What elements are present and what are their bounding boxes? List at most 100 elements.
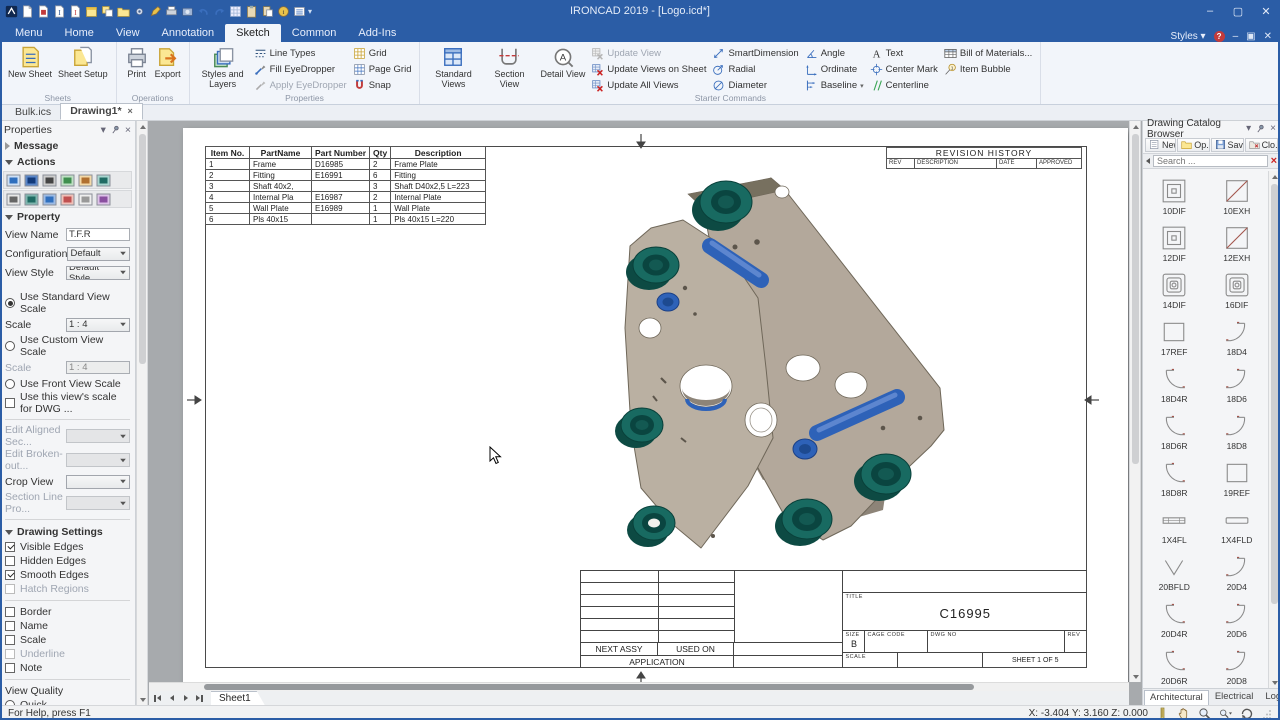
new-text-part-icon[interactable]: I bbox=[53, 5, 66, 18]
checkbox-visible-edges[interactable]: Visible Edges bbox=[3, 540, 132, 554]
section-view-button[interactable]: Section View bbox=[481, 44, 537, 90]
radio-use-front-view-scale[interactable]: Use Front View Scale bbox=[3, 377, 132, 391]
catalog-tab-logic[interactable]: Logic bbox=[1259, 689, 1280, 705]
clipboard-icon[interactable] bbox=[245, 5, 258, 18]
catalog-item-16dif[interactable]: 16DIF bbox=[1206, 265, 1269, 312]
radial-button[interactable]: Radial bbox=[712, 62, 798, 77]
styles-dropdown[interactable]: Styles ▾ bbox=[1171, 31, 1206, 42]
catalog-back-icon[interactable] bbox=[1146, 158, 1150, 164]
fill-eyedropper-button[interactable]: Fill EyeDropper bbox=[254, 62, 347, 77]
pencil-edit-icon[interactable] bbox=[149, 5, 162, 18]
ribbon-tab-home[interactable]: Home bbox=[54, 24, 105, 42]
open-part-icon[interactable] bbox=[37, 5, 50, 18]
ribbon-tab-view[interactable]: View bbox=[105, 24, 151, 42]
drawing-sheet[interactable]: Item No.PartNamePart NumberQtyDescriptio… bbox=[183, 128, 1128, 682]
next-sheet-button[interactable] bbox=[179, 692, 192, 704]
radio-use-standard-view-scale[interactable]: Use Standard View Scale bbox=[3, 291, 132, 315]
drawing-canvas[interactable]: Item No.PartNamePart NumberQtyDescriptio… bbox=[149, 121, 1129, 682]
scale-dropdown[interactable]: 1 : 4 bbox=[66, 318, 130, 332]
canvas-vertical-scrollbar[interactable] bbox=[1129, 121, 1141, 682]
page-grid-button[interactable]: Page Grid bbox=[353, 62, 412, 77]
catalog-op-button[interactable]: Op... bbox=[1177, 138, 1209, 152]
catalog-item-1x4fld[interactable]: 1X4FLD bbox=[1206, 500, 1269, 547]
pin-icon[interactable] bbox=[111, 125, 120, 134]
catalog-clo-button[interactable]: Clo... bbox=[1245, 138, 1278, 152]
paste-catalog-icon[interactable] bbox=[261, 5, 274, 18]
catalog-scrollbar[interactable] bbox=[1268, 171, 1280, 688]
settings-icon[interactable] bbox=[133, 5, 146, 18]
section-property[interactable]: Property bbox=[3, 209, 132, 225]
new-sheet-button[interactable]: New Sheet bbox=[5, 44, 55, 80]
catalog-save-button[interactable]: Save bbox=[1211, 138, 1244, 152]
view-action-3-icon[interactable] bbox=[42, 174, 57, 187]
catalog-item-20d8[interactable]: 20D8 bbox=[1206, 641, 1269, 688]
view-action-10-icon[interactable] bbox=[60, 193, 75, 206]
print-icon[interactable] bbox=[165, 5, 178, 18]
new-drawing-icon[interactable]: I bbox=[69, 5, 82, 18]
catalog-item-10exh[interactable]: 10EXH bbox=[1206, 171, 1269, 218]
catalog-tab-electrical[interactable]: Electrical bbox=[1209, 689, 1260, 705]
update-views-on-sheet-button[interactable]: Update Views on Sheet bbox=[591, 62, 706, 77]
sheet-tab[interactable]: Sheet1 bbox=[211, 691, 265, 705]
catalog-item-12exh[interactable]: 12EXH bbox=[1206, 218, 1269, 265]
baseline-button[interactable]: Baseline▾ bbox=[805, 78, 864, 93]
catalog-item-18d4[interactable]: 18D4 bbox=[1206, 312, 1269, 359]
catalog-item-12dif[interactable]: 12DIF bbox=[1143, 218, 1206, 265]
catalog-item-20d4r[interactable]: 20D4R bbox=[1143, 594, 1206, 641]
view-action-4-icon[interactable] bbox=[60, 174, 75, 187]
checkbox-scale[interactable]: Scale bbox=[3, 633, 132, 647]
view-action-11-icon[interactable] bbox=[78, 193, 93, 206]
view-name-input[interactable]: T.F.R bbox=[66, 228, 130, 241]
redo-icon[interactable] bbox=[213, 5, 226, 18]
first-sheet-button[interactable] bbox=[151, 692, 164, 704]
info-icon[interactable]: i bbox=[277, 5, 290, 18]
canvas-horizontal-scrollbar[interactable] bbox=[149, 682, 1129, 691]
section-drawing-settings[interactable]: Drawing Settings bbox=[3, 524, 132, 540]
checkbox-hidden-edges[interactable]: Hidden Edges bbox=[3, 554, 132, 568]
smartdimension-button[interactable]: SmartDimension bbox=[712, 46, 798, 61]
document-tab-bulk-ics[interactable]: Bulk.ics bbox=[6, 105, 60, 120]
catalog-item-14dif[interactable]: 14DIF bbox=[1143, 265, 1206, 312]
last-sheet-button[interactable] bbox=[193, 692, 206, 704]
new-document-icon[interactable] bbox=[21, 5, 34, 18]
ribbon-tab-add-ins[interactable]: Add-Ins bbox=[347, 24, 407, 42]
standard-views-button[interactable]: Standard Views bbox=[425, 44, 481, 90]
diameter-button[interactable]: Diameter bbox=[712, 78, 798, 93]
previous-sheet-button[interactable] bbox=[165, 692, 178, 704]
catalog-item-20d4[interactable]: 20D4 bbox=[1206, 547, 1269, 594]
catalog-item-20bfld[interactable]: 20BFLD bbox=[1143, 547, 1206, 594]
update-all-views-button[interactable]: Update All Views bbox=[591, 78, 706, 93]
document-tab-drawing1[interactable]: Drawing1*× bbox=[60, 103, 143, 120]
view-style-dropdown[interactable]: Default Style bbox=[66, 266, 130, 280]
properties-scrollbar[interactable] bbox=[136, 121, 148, 705]
catalog-item-18d6r[interactable]: 18D6R bbox=[1143, 406, 1206, 453]
maximize-button[interactable]: ▢ bbox=[1224, 0, 1252, 22]
export-button[interactable]: Export bbox=[152, 44, 184, 80]
ribbon-tab-annotation[interactable]: Annotation bbox=[151, 24, 226, 42]
radio-use-custom-view-scale[interactable]: Use Custom View Scale bbox=[3, 334, 132, 358]
view-action-9-icon[interactable] bbox=[42, 193, 57, 206]
view-action-6-icon[interactable] bbox=[96, 174, 111, 187]
view-action-7-icon[interactable] bbox=[6, 193, 21, 206]
catalog-menu-icon[interactable]: ▾ bbox=[1246, 123, 1251, 134]
checkbox-use-this-view-s-scale-for-dwg[interactable]: Use this view's scale for DWG ... bbox=[3, 391, 132, 415]
catalog-item-18d6[interactable]: 18D6 bbox=[1206, 359, 1269, 406]
measure-icon[interactable] bbox=[1156, 707, 1169, 720]
bill-of-materials-button[interactable]: Bill of Materials... bbox=[944, 46, 1032, 61]
list-options-icon[interactable] bbox=[293, 5, 306, 18]
center-mark-button[interactable]: Center Mark bbox=[870, 62, 938, 77]
catalog-item-18d8r[interactable]: 18D8R bbox=[1143, 453, 1206, 500]
catalog-item-20d6[interactable]: 20D6 bbox=[1206, 594, 1269, 641]
panel-menu-icon[interactable]: ▾ bbox=[101, 124, 106, 136]
catalog-item-17ref[interactable]: 17REF bbox=[1143, 312, 1206, 359]
doc-restore-button[interactable]: ▣ bbox=[1246, 31, 1255, 42]
catalog-clear-search-icon[interactable]: × bbox=[1271, 156, 1277, 167]
checkbox-name[interactable]: Name bbox=[3, 619, 132, 633]
text-button[interactable]: AText bbox=[870, 46, 938, 61]
catalog-item-1x4fl[interactable]: 1X4FL bbox=[1143, 500, 1206, 547]
section-actions[interactable]: Actions bbox=[3, 154, 132, 170]
snap-button[interactable]: Snap bbox=[353, 78, 412, 93]
view-action-2-icon[interactable] bbox=[24, 174, 39, 187]
catalog-tab-architectural[interactable]: Architectural bbox=[1144, 690, 1209, 705]
undo-icon[interactable] bbox=[197, 5, 210, 18]
